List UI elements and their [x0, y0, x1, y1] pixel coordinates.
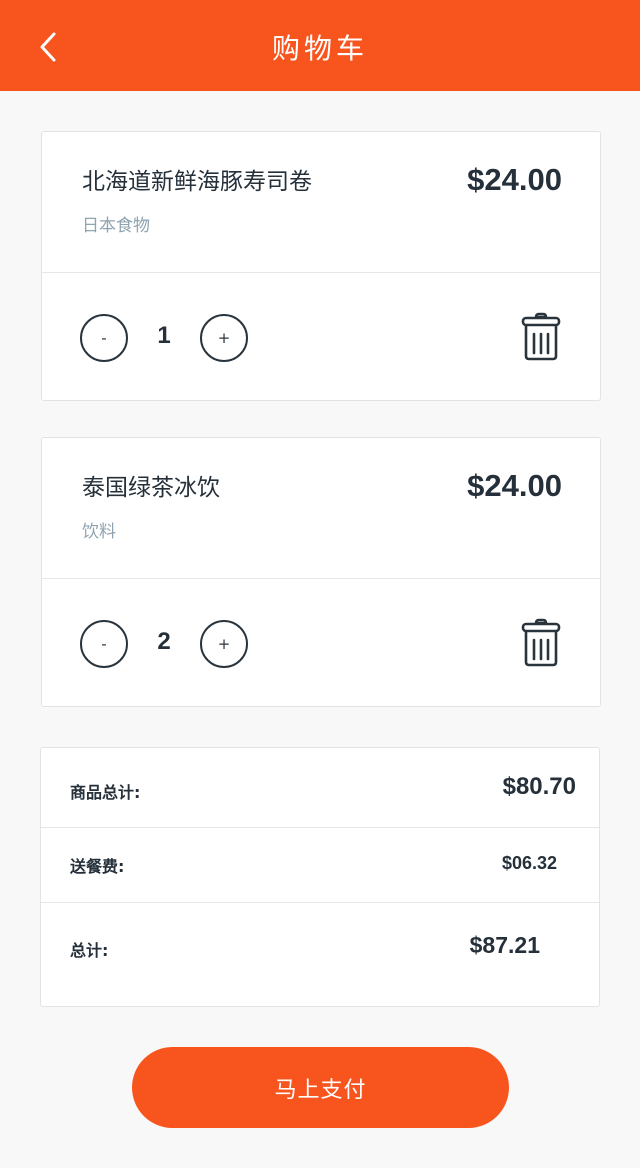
app-header: 购物车	[0, 0, 640, 91]
item-category: 饮料	[82, 522, 116, 542]
cart-item: 泰国绿茶冰饮 饮料 $24.00 - 2 +	[41, 437, 601, 707]
increase-quantity-button[interactable]: +	[200, 620, 248, 668]
decrease-quantity-button[interactable]: -	[80, 314, 128, 362]
increase-quantity-button[interactable]: +	[200, 314, 248, 362]
cart-item: 北海道新鲜海豚寿司卷 日本食物 $24.00 - 1 +	[41, 131, 601, 401]
cart-item-info: 泰国绿茶冰饮 饮料 $24.00	[42, 438, 600, 579]
page-title: 购物车	[271, 32, 368, 65]
subtotal-label: 商品总计:	[70, 783, 141, 802]
item-price: $24.00	[467, 162, 562, 197]
order-summary: 商品总计: $80.70 送餐费: $06.32 总计: $87.21	[40, 747, 600, 1007]
item-category: 日本食物	[82, 216, 150, 236]
subtotal-row: 商品总计: $80.70	[41, 748, 599, 828]
item-price: $24.00	[467, 468, 562, 503]
trash-icon[interactable]	[520, 312, 562, 362]
delivery-fee-label: 送餐费:	[70, 857, 125, 876]
delivery-fee-value: $06.32	[501, 853, 557, 873]
total-value: $87.21	[469, 932, 540, 958]
delivery-fee-row: 送餐费: $06.32	[41, 828, 599, 903]
quantity-value: 2	[157, 628, 171, 655]
subtotal-value: $80.70	[502, 773, 576, 800]
item-name: 北海道新鲜海豚寿司卷	[82, 169, 312, 195]
quantity-value: 1	[157, 322, 171, 349]
cart-item-info: 北海道新鲜海豚寿司卷 日本食物 $24.00	[42, 132, 600, 273]
trash-icon[interactable]	[520, 618, 562, 668]
total-label: 总计:	[70, 941, 109, 960]
decrease-quantity-button[interactable]: -	[80, 620, 128, 668]
item-name: 泰国绿茶冰饮	[82, 475, 220, 501]
pay-now-button[interactable]: 马上支付	[132, 1047, 509, 1128]
total-row: 总计: $87.21	[41, 903, 599, 1006]
